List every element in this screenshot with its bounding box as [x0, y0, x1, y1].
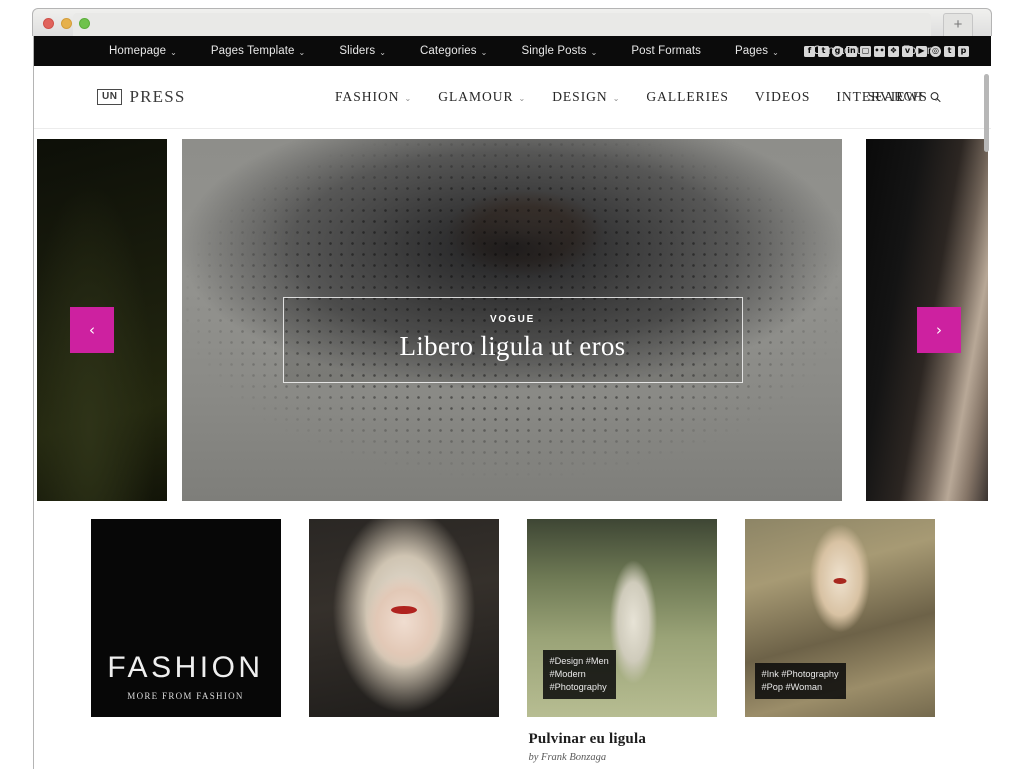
topnav-item-pages-template[interactable]: Pages Template ⌄	[194, 45, 322, 57]
topnav-item-single-posts[interactable]: Single Posts ⌄	[504, 45, 614, 57]
featured-cards-row: FASHION MORE FROM FASHION #Design #Men #…	[34, 501, 991, 769]
chevron-down-icon: ⌄	[612, 93, 621, 103]
card-tags[interactable]: #Ink #Photography #Pop #Woman	[754, 663, 846, 699]
slider-prev-button[interactable]: ‹	[70, 307, 114, 353]
secondary-navbar: Homepage ⌄ Pages Template ⌄ Sliders ⌄ Ca…	[34, 36, 991, 66]
card-tags[interactable]: #Design #Men #Modern #Photography	[542, 650, 616, 699]
youtube-icon[interactable]: ▶	[916, 45, 927, 57]
topnav-item-post-formats[interactable]: Post Formats	[614, 45, 718, 57]
nav-label: DESIGN	[552, 89, 608, 104]
search-toggle[interactable]: SEARCH	[868, 90, 941, 105]
topnav-item-homepage[interactable]: Homepage ⌄	[92, 45, 194, 57]
site-header: UN PRESS FASHION ⌄ GLAMOUR ⌄ DESIGN ⌄ GA…	[34, 66, 991, 129]
card-thumbnail[interactable]: #Ink #Photography #Pop #Woman	[744, 519, 935, 717]
facebook-icon[interactable]: f	[804, 45, 815, 57]
nav-label: VIDEOS	[754, 89, 811, 104]
vimeo-icon[interactable]: v	[902, 45, 913, 57]
slide-category-label: VOGUE	[489, 314, 536, 325]
dropbox-icon[interactable]: ❖	[888, 45, 899, 57]
slide-caption[interactable]: VOGUE Libero ligula ut eros	[282, 297, 743, 383]
nav-item-galleries[interactable]: GALLERIES	[633, 89, 742, 105]
scrollbar-thumb[interactable]	[984, 74, 989, 152]
nav-item-videos[interactable]: VIDEOS	[742, 89, 824, 105]
topnav-label: Single Posts	[521, 45, 587, 57]
nav-label: GLAMOUR	[438, 89, 514, 104]
browser-window: + Homepage ⌄ Pages Template ⌄ Sliders ⌄ …	[0, 0, 1024, 769]
card-thumbnail[interactable]	[308, 519, 499, 717]
topnav-label: Post Formats	[631, 45, 701, 57]
tab-strip[interactable]	[73, 13, 931, 37]
logo-mark: UN	[97, 89, 123, 105]
chevron-down-icon: ⌄	[772, 47, 779, 57]
topnav-label: Homepage	[109, 45, 167, 57]
chevron-down-icon: ⌄	[590, 47, 598, 57]
close-window-button[interactable]	[43, 18, 54, 29]
chevron-left-icon: ‹	[89, 321, 95, 339]
tumblr-icon[interactable]: t	[944, 45, 955, 57]
primary-nav-list: FASHION ⌄ GLAMOUR ⌄ DESIGN ⌄ GALLERIES V…	[322, 89, 954, 105]
card-title[interactable]: Pulvinar eu ligula	[529, 731, 715, 748]
card-body: Pulvinar eu ligula by Frank Bonzaga Lore…	[527, 717, 717, 769]
nav-label: GALLERIES	[646, 89, 729, 104]
search-icon	[930, 92, 941, 103]
card-thumbnail[interactable]: #Design #Men #Modern #Photography	[526, 519, 717, 717]
logo-text: PRESS	[129, 87, 186, 106]
chevron-down-icon: ⌄	[379, 47, 387, 57]
card-promo-fashion[interactable]: FASHION MORE FROM FASHION	[90, 519, 281, 769]
topnav-item-pages[interactable]: Pages ⌄	[718, 45, 796, 57]
nav-item-glamour[interactable]: GLAMOUR ⌄	[425, 89, 539, 105]
topnav-label: Pages	[734, 45, 769, 57]
card-byline: by Frank Bonzaga	[528, 752, 607, 763]
chevron-down-icon: ⌄	[480, 47, 488, 57]
topnav-label: Pages Template	[210, 45, 295, 57]
card-thumbnail[interactable]: FASHION MORE FROM FASHION	[90, 519, 281, 717]
promo-title: FASHION	[107, 651, 264, 684]
browser-chrome-bar: +	[32, 8, 992, 37]
chevron-down-icon: ⌄	[518, 93, 527, 103]
hero-slider: VOGUE Libero ligula ut eros ‹ ›	[34, 129, 991, 501]
card-portrait-blonde[interactable]	[308, 519, 499, 769]
site-logo[interactable]: UN PRESS	[97, 87, 186, 107]
topnav-label: Sliders	[339, 45, 376, 57]
instagram-icon[interactable]: ▢	[860, 45, 871, 57]
page-viewport: Homepage ⌄ Pages Template ⌄ Sliders ⌄ Ca…	[33, 36, 991, 769]
topnav-item-sliders[interactable]: Sliders ⌄	[322, 45, 403, 57]
search-label: SEARCH	[867, 89, 923, 104]
nav-item-fashion[interactable]: FASHION ⌄	[322, 89, 425, 105]
new-tab-button[interactable]: +	[943, 13, 973, 37]
slider-next-button[interactable]: ›	[917, 307, 961, 353]
slide-track: VOGUE Libero ligula ut eros ‹ ›	[34, 139, 991, 501]
topnav-item-categories[interactable]: Categories ⌄	[403, 45, 504, 57]
chevron-down-icon: ⌄	[298, 47, 306, 57]
zoom-window-button[interactable]	[79, 18, 90, 29]
googleplus-icon[interactable]: g	[832, 45, 843, 57]
card-post-pulvinar-eu-ligula[interactable]: #Design #Men #Modern #Photography Pulvin…	[526, 519, 717, 769]
card-portrait-longhair[interactable]: #Ink #Photography #Pop #Woman	[744, 519, 935, 769]
page-scrollbar[interactable]	[982, 70, 991, 769]
minimize-window-button[interactable]	[61, 18, 72, 29]
social-links: f t g in ▢ •• ❖ v ▶ ◎ t p	[804, 36, 969, 66]
dribbble-icon[interactable]: ◎	[930, 45, 941, 57]
linkedin-icon[interactable]: in	[846, 45, 857, 57]
chevron-down-icon: ⌄	[170, 47, 177, 57]
chevron-down-icon: ⌄	[404, 93, 413, 103]
topnav-label: Categories	[420, 45, 477, 57]
slide-title: Libero ligula ut eros	[399, 331, 626, 361]
chevron-right-icon: ›	[936, 321, 942, 339]
flickr-icon[interactable]: ••	[874, 45, 885, 57]
promo-subtitle: MORE FROM FASHION	[127, 691, 244, 701]
nav-label: FASHION	[335, 89, 400, 104]
twitter-icon[interactable]: t	[818, 45, 829, 57]
pinterest-icon[interactable]: p	[958, 45, 969, 57]
nav-item-design[interactable]: DESIGN ⌄	[539, 89, 633, 105]
window-traffic-lights	[43, 18, 90, 29]
